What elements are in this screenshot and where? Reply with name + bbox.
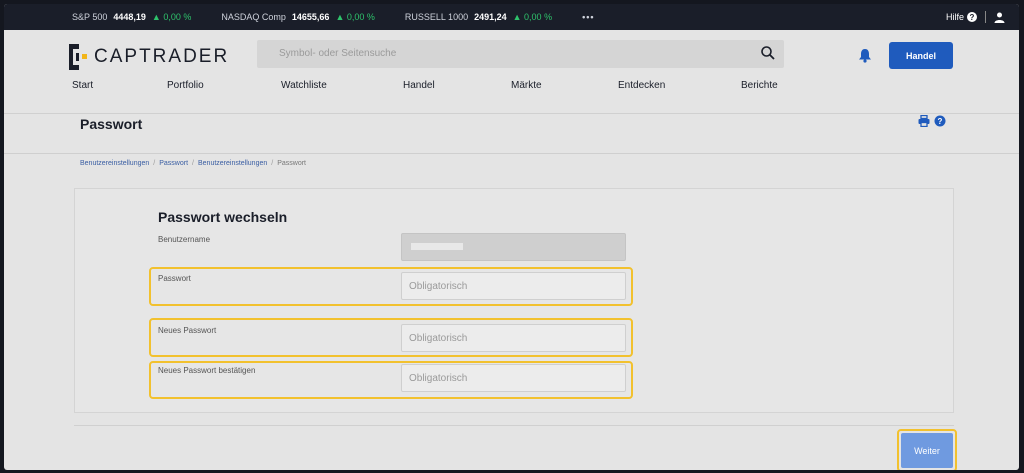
ticker-item-sp500[interactable]: S&P 500 4448,19 ▲ 0,00 % bbox=[72, 12, 191, 22]
nav-item-handel[interactable]: Handel bbox=[403, 80, 435, 91]
page-actions: ? bbox=[918, 115, 946, 127]
market-ticker-bar: S&P 500 4448,19 ▲ 0,00 % NASDAQ Comp 146… bbox=[4, 4, 1019, 30]
search-placeholder: Symbol- oder Seitensuche bbox=[279, 48, 397, 59]
password-input[interactable]: Obligatorisch bbox=[401, 272, 626, 300]
search-icon[interactable] bbox=[760, 45, 776, 61]
header: CAPTRADER Symbol- oder Seitensuche Hande… bbox=[4, 30, 1019, 74]
nav-item-portfolio[interactable]: Portfolio bbox=[167, 80, 204, 91]
breadcrumb: Benutzereinstellungen / Passwort / Benutzere… bbox=[80, 160, 307, 167]
ticker-value: 2491,24 bbox=[474, 12, 507, 22]
ticker-name: NASDAQ Comp bbox=[221, 12, 286, 22]
app-window: S&P 500 4448,19 ▲ 0,00 % NASDAQ Comp 146… bbox=[4, 4, 1019, 470]
ticker-value: 14655,66 bbox=[291, 12, 330, 22]
main-nav: Start Portfolio Watchliste Handel Märkte… bbox=[4, 80, 1019, 98]
svg-text:?: ? bbox=[938, 117, 943, 126]
more-tickers-button[interactable]: ••• bbox=[582, 12, 594, 22]
ticker-item-nasdaq[interactable]: NASDAQ Comp 14655,66 ▲ 0,00 % bbox=[221, 12, 375, 22]
ticker-change: ▲ 0,00 % bbox=[151, 12, 192, 22]
ticker-name: S&P 500 bbox=[72, 12, 108, 22]
divider bbox=[4, 113, 1019, 114]
search-input[interactable]: Symbol- oder Seitensuche bbox=[257, 40, 784, 68]
new-password-input[interactable]: Obligatorisch bbox=[401, 324, 626, 352]
ticker-item-russell[interactable]: RUSSELL 1000 2491,24 ▲ 0,00 % bbox=[405, 12, 552, 22]
help-icon[interactable]: ? bbox=[967, 12, 977, 22]
breadcrumb-item[interactable]: Passwort bbox=[159, 160, 188, 167]
nav-item-maerkte[interactable]: Märkte bbox=[511, 80, 542, 91]
help-link[interactable]: Hilfe bbox=[946, 12, 964, 22]
notification-bell-icon[interactable] bbox=[858, 48, 872, 63]
ticker-value: 4448,19 bbox=[113, 12, 146, 22]
nav-item-entdecken[interactable]: Entdecken bbox=[618, 80, 665, 91]
divider bbox=[4, 153, 1019, 154]
masked-username bbox=[411, 243, 463, 250]
confirm-password-label: Neues Passwort bestätigen bbox=[158, 366, 256, 375]
next-button[interactable]: Weiter bbox=[901, 433, 953, 468]
form-title: Passwort wechseln bbox=[158, 209, 288, 225]
logo-text: CAPTRADER bbox=[94, 46, 230, 67]
logo[interactable]: CAPTRADER bbox=[68, 44, 229, 70]
username-label: Benutzername bbox=[158, 235, 211, 244]
breadcrumb-item[interactable]: Benutzereinstellungen bbox=[80, 160, 149, 167]
breadcrumb-current: Passwort bbox=[277, 160, 307, 167]
trade-button[interactable]: Handel bbox=[889, 42, 953, 69]
password-label: Passwort bbox=[158, 274, 191, 283]
divider bbox=[74, 425, 954, 426]
new-password-label: Neues Passwort bbox=[158, 326, 217, 335]
ticker-change: ▲ 0,00 % bbox=[335, 12, 375, 22]
help-area: Hilfe ? bbox=[946, 4, 1005, 30]
breadcrumb-item[interactable]: Benutzereinstellungen bbox=[198, 160, 267, 167]
captrader-logo-icon bbox=[69, 44, 87, 70]
divider bbox=[985, 11, 986, 23]
ticker-name: RUSSELL 1000 bbox=[404, 12, 469, 22]
nav-item-watchliste[interactable]: Watchliste bbox=[281, 80, 327, 91]
nav-item-berichte[interactable]: Berichte bbox=[741, 80, 778, 91]
nav-item-start[interactable]: Start bbox=[72, 80, 93, 91]
confirm-password-input[interactable]: Obligatorisch bbox=[401, 364, 626, 392]
ticker-change: ▲ 0,00 % bbox=[512, 12, 553, 22]
help-circle-icon[interactable]: ? bbox=[934, 115, 946, 127]
print-icon[interactable] bbox=[918, 115, 930, 127]
user-icon[interactable] bbox=[994, 12, 1005, 23]
page-title: Passwort bbox=[80, 116, 143, 132]
